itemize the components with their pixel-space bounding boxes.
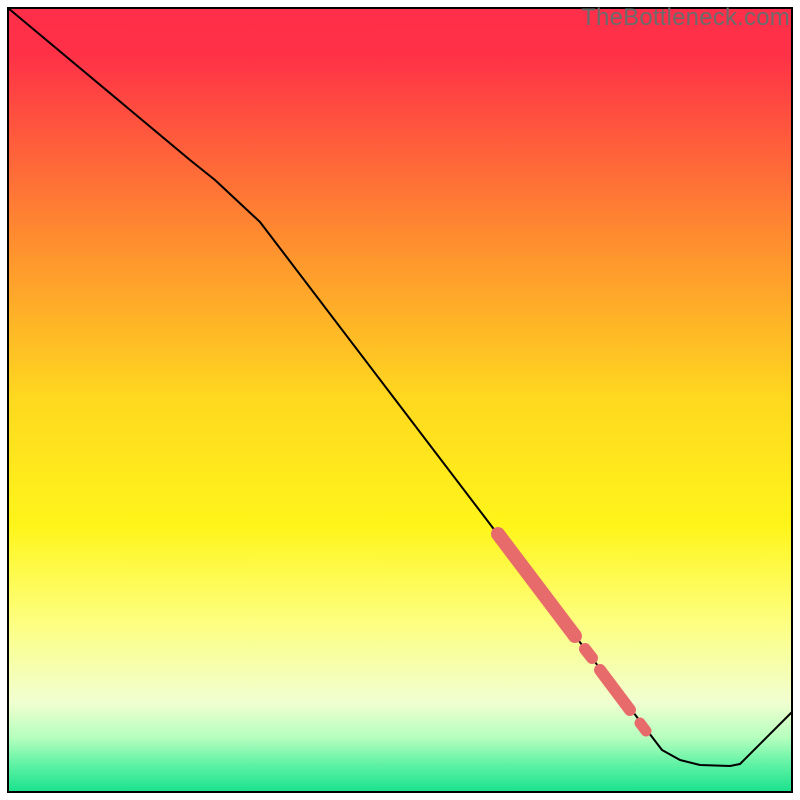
- bottleneck-chart: TheBottleneck.com: [0, 0, 800, 800]
- marker-segment-1: [585, 649, 592, 658]
- marker-segment-3: [640, 723, 646, 731]
- watermark-text: TheBottleneck.com: [581, 4, 790, 32]
- chart-canvas: [0, 0, 800, 800]
- chart-background: [8, 8, 792, 792]
